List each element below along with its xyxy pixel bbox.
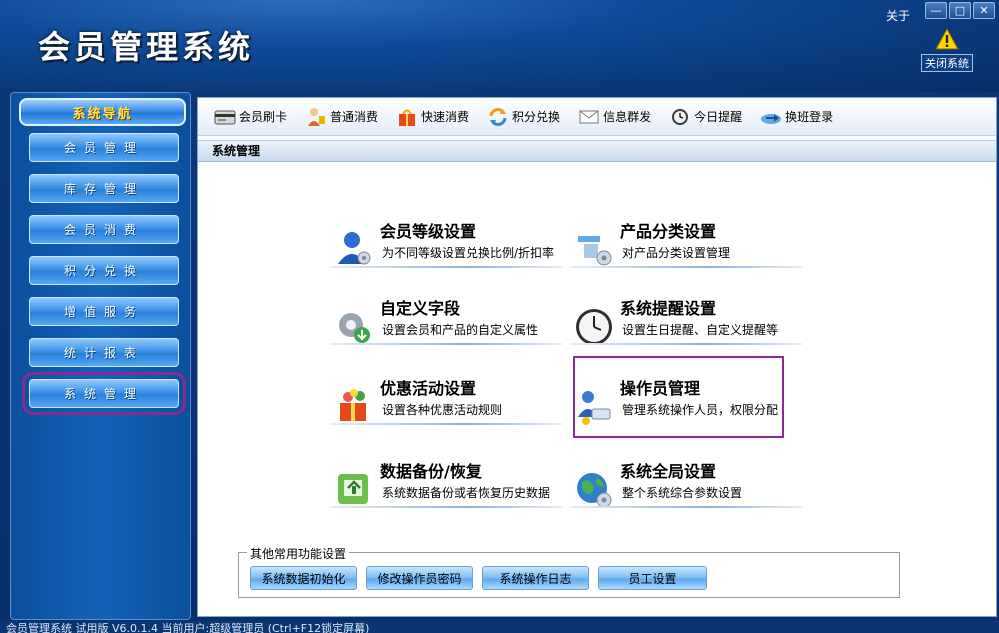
shift-login-icon bbox=[761, 113, 782, 124]
close-system-label: 关闭系统 bbox=[921, 54, 973, 72]
product-category-icon bbox=[578, 236, 612, 266]
toolbar-shift-login-button[interactable]: 换班登录 bbox=[760, 107, 833, 127]
globe-icon bbox=[577, 473, 612, 508]
section-title: 系统管理 bbox=[198, 140, 996, 162]
clock-icon bbox=[576, 309, 612, 345]
custom-field-gear-icon bbox=[339, 313, 370, 343]
window-controls: — □ ✕ bbox=[925, 2, 995, 19]
sidebar-item-system-management[interactable]: 系统管理 bbox=[22, 372, 186, 415]
main-panel: 会员刷卡 普通消费 快速消费 积分兑换 信息群发 今日提醒 换班登录 系统管理 bbox=[197, 97, 997, 617]
sidebar-item-member-management[interactable]: 会员管理 bbox=[29, 133, 179, 162]
card-promotion-settings[interactable]: 优惠活动设置 设置各种优惠活动规则 bbox=[330, 373, 562, 439]
card-title: 会员等级设置 bbox=[380, 222, 477, 241]
card-title: 产品分类设置 bbox=[620, 222, 717, 241]
toolbar-card-swipe-button[interactable]: 会员刷卡 bbox=[214, 107, 287, 127]
card-divider bbox=[330, 423, 562, 425]
toolbar-regular-consumption-button[interactable]: 普通消费 bbox=[305, 107, 378, 127]
close-window-button[interactable]: ✕ bbox=[973, 2, 995, 19]
card-divider bbox=[330, 506, 562, 508]
toolbar-label: 普通消费 bbox=[330, 110, 379, 124]
toolbar-mass-message-button[interactable]: 信息群发 bbox=[578, 107, 651, 127]
gift-bag-icon bbox=[399, 109, 416, 126]
toolbar-label: 快速消费 bbox=[421, 110, 470, 124]
backup-icon bbox=[338, 474, 368, 504]
card-reader-icon bbox=[214, 110, 236, 124]
gift-box-icon bbox=[340, 389, 366, 421]
card-product-category-settings[interactable]: 产品分类设置 对产品分类设置管理 bbox=[570, 216, 802, 282]
toolbar-label: 积分兑换 bbox=[512, 110, 561, 124]
card-system-global-settings[interactable]: 系统全局设置 整个系统综合参数设置 bbox=[570, 456, 802, 522]
exchange-arrows-icon bbox=[489, 107, 507, 126]
card-title: 系统全局设置 bbox=[620, 462, 717, 481]
sidebar-item-points-exchange[interactable]: 积分兑换 bbox=[29, 256, 179, 285]
card-description: 设置生日提醒、自定义提醒等 bbox=[622, 323, 779, 337]
toolbar-label: 今日提醒 bbox=[694, 110, 743, 124]
card-divider bbox=[330, 343, 562, 345]
minimize-button[interactable]: — bbox=[925, 2, 947, 19]
card-custom-fields[interactable]: 自定义字段 设置会员和产品的自定义属性 bbox=[330, 293, 562, 359]
card-description: 整个系统综合参数设置 bbox=[622, 486, 743, 500]
status-bar: 会员管理系统 试用版 V6.0.1.4 当前用户:超级管理员 (Ctrl+F12… bbox=[0, 621, 999, 633]
sidebar-heading: 系统导航 bbox=[19, 98, 186, 126]
sidebar-heading-label: 系统导航 bbox=[72, 106, 133, 122]
card-divider bbox=[570, 506, 802, 508]
envelope-icon bbox=[579, 110, 599, 123]
operator-icon bbox=[578, 391, 611, 425]
app-title-reflection: 会员管理系统 bbox=[38, 38, 255, 56]
card-title: 操作员管理 bbox=[620, 379, 701, 398]
shopper-icon bbox=[308, 107, 326, 126]
close-system-button[interactable]: 关闭系统 bbox=[918, 28, 976, 72]
card-description: 管理系统操作人员，权限分配 bbox=[622, 403, 779, 417]
toolbar-label: 换班登录 bbox=[785, 110, 834, 124]
card-description: 对产品分类设置管理 bbox=[622, 246, 731, 260]
toolbar-quick-consumption-button[interactable]: 快速消费 bbox=[396, 107, 469, 127]
about-link[interactable]: 关于 bbox=[886, 7, 910, 24]
card-description: 设置会员和产品的自定义属性 bbox=[382, 323, 539, 337]
card-title: 系统提醒设置 bbox=[620, 299, 717, 318]
app-header: 会员管理系统 会员管理系统 关于 — □ ✕ 关闭系统 bbox=[0, 0, 999, 92]
toolbar: 会员刷卡 普通消费 快速消费 积分兑换 信息群发 今日提醒 换班登录 bbox=[198, 98, 996, 136]
sidebar-item-value-added-services[interactable]: 增值服务 bbox=[29, 297, 179, 326]
sidebar-item-statistics-reports[interactable]: 统计报表 bbox=[29, 338, 179, 367]
sidebar-item-inventory-management[interactable]: 库存管理 bbox=[29, 174, 179, 203]
card-title: 自定义字段 bbox=[380, 299, 461, 318]
clock-icon bbox=[672, 108, 689, 125]
toolbar-today-reminder-button[interactable]: 今日提醒 bbox=[669, 107, 742, 127]
card-divider bbox=[330, 266, 562, 268]
other-settings-legend: 其他常用功能设置 bbox=[247, 545, 350, 562]
card-data-backup-restore[interactable]: 数据备份/恢复 系统数据备份或者恢复历史数据 bbox=[330, 456, 562, 522]
sidebar-navigation: 系统导航 会员管理 库存管理 会员消费 积分兑换 增值服务 统计报表 系统管理 bbox=[10, 92, 191, 620]
card-divider bbox=[570, 343, 802, 345]
card-title: 数据备份/恢复 bbox=[380, 462, 482, 481]
card-divider bbox=[570, 266, 802, 268]
card-title: 优惠活动设置 bbox=[380, 379, 477, 398]
card-description: 系统数据备份或者恢复历史数据 bbox=[382, 486, 551, 500]
card-operator-management[interactable]: 操作员管理 管理系统操作人员，权限分配 bbox=[570, 356, 802, 439]
card-description: 为不同等级设置兑换比例/折扣率 bbox=[382, 246, 555, 260]
system-data-init-button[interactable]: 系统数据初始化 bbox=[250, 566, 357, 590]
employee-settings-button[interactable]: 员工设置 bbox=[598, 566, 707, 590]
toolbar-label: 会员刷卡 bbox=[239, 110, 288, 124]
sidebar-item-member-consumption[interactable]: 会员消费 bbox=[29, 215, 179, 244]
card-member-level-settings[interactable]: 会员等级设置 为不同等级设置兑换比例/折扣率 bbox=[330, 216, 562, 282]
card-description: 设置各种优惠活动规则 bbox=[382, 403, 503, 417]
system-operation-log-button[interactable]: 系统操作日志 bbox=[482, 566, 589, 590]
change-operator-password-button[interactable]: 修改操作员密码 bbox=[366, 566, 473, 590]
toolbar-points-exchange-button[interactable]: 积分兑换 bbox=[487, 107, 560, 127]
card-system-reminder-settings[interactable]: 系统提醒设置 设置生日提醒、自定义提醒等 bbox=[570, 293, 802, 359]
maximize-button[interactable]: □ bbox=[949, 2, 971, 19]
warning-icon bbox=[935, 28, 959, 50]
toolbar-label: 信息群发 bbox=[603, 110, 652, 124]
member-level-icon bbox=[338, 232, 371, 265]
other-settings-group: 其他常用功能设置 系统数据初始化 修改操作员密码 系统操作日志 员工设置 bbox=[238, 545, 900, 598]
